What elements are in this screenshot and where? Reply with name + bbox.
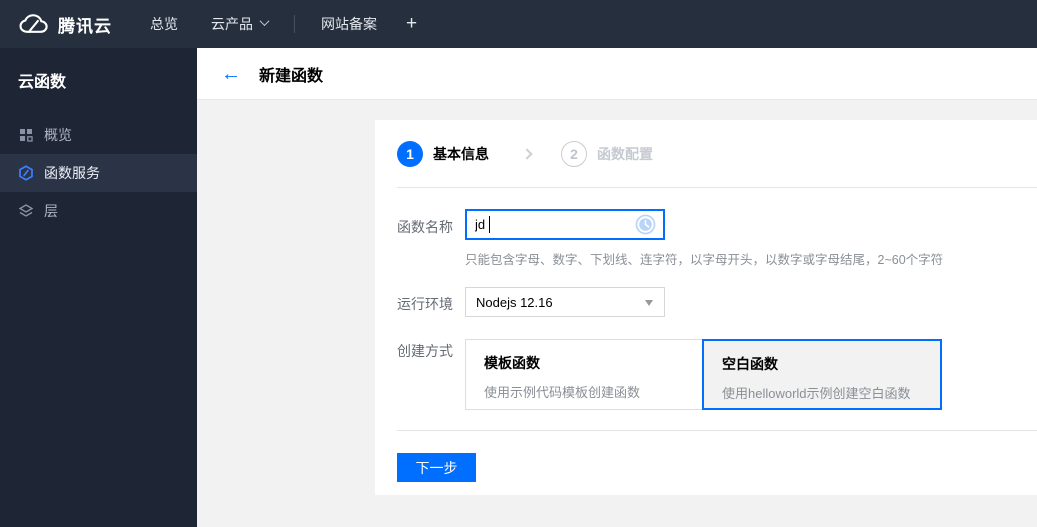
function-name-input-wrap <box>465 209 665 240</box>
page-header: ← 新建函数 <box>197 48 1037 100</box>
sidebar-item-function-service[interactable]: 函数服务 <box>0 154 197 192</box>
step-indicator: 1 基本信息 2 函数配置 <box>375 120 1037 187</box>
layers-icon <box>18 203 34 219</box>
method-card-template-function[interactable]: 模板函数 使用示例代码模板创建函数 <box>465 339 703 410</box>
chevron-right-icon <box>521 147 533 160</box>
method-cards: 模板函数 使用示例代码模板创建函数 空白函数 使用helloworld示例创建空… <box>465 339 942 410</box>
runtime-row: 运行环境 Nodejs 12.16 <box>397 287 1037 317</box>
runtime-select[interactable]: Nodejs 12.16 <box>465 287 665 317</box>
hexagon-function-icon <box>18 165 34 181</box>
sidebar-item-overview[interactable]: 概览 <box>0 116 197 154</box>
step-number-badge: 1 <box>397 140 423 167</box>
step-label: 基本信息 <box>433 145 489 162</box>
function-name-row: 函数名称 只能包含字母、数字、下划线、连字符，以字母开头，以数字或字母结尾，2~… <box>397 209 1037 268</box>
runtime-selected-value: Nodejs 12.16 <box>476 294 553 310</box>
creation-method-row: 创建方式 模板函数 使用示例代码模板创建函数 空白函数 使用helloworld… <box>397 339 1037 410</box>
grid-overview-icon <box>18 127 34 143</box>
sidebar-title: 云函数 <box>18 74 67 91</box>
sidebar-item-label: 概览 <box>44 127 72 143</box>
next-step-button[interactable]: 下一步 <box>397 453 476 482</box>
step-function-config: 2 函数配置 <box>561 140 653 167</box>
function-name-label: 函数名称 <box>397 219 453 235</box>
runtime-label: 运行环境 <box>397 296 453 312</box>
nav-item-products[interactable]: 云产品 <box>211 14 270 34</box>
method-description: 使用helloworld示例创建空白函数 <box>722 386 911 401</box>
add-tab-button[interactable]: + <box>406 13 417 35</box>
method-card-blank-function[interactable]: 空白函数 使用helloworld示例创建空白函数 <box>702 339 942 410</box>
back-button[interactable]: ← <box>221 64 241 84</box>
function-name-helper-text: 只能包含字母、数字、下划线、连字符，以字母开头，以数字或字母结尾，2~60个字符 <box>465 253 944 267</box>
nav-divider <box>294 15 295 33</box>
clock-pending-icon <box>635 214 656 235</box>
tencent-cloud-logo[interactable]: 腾讯云 <box>18 12 112 37</box>
nav-item-overview[interactable]: 总览 <box>150 14 178 34</box>
caret-down-icon <box>645 300 653 306</box>
nav-item-beian[interactable]: 网站备案 <box>321 14 377 34</box>
content-area: 1 基本信息 2 函数配置 函数名称 jd 只能包含字母、数字、下划线、连字符，… <box>197 101 1037 527</box>
chevron-down-icon <box>259 16 270 27</box>
method-title: 空白函数 <box>722 356 778 372</box>
step-basic-info: 1 基本信息 <box>397 140 489 167</box>
page-title: 新建函数 <box>259 67 324 85</box>
text-cursor <box>489 216 490 233</box>
method-title: 模板函数 <box>484 355 540 371</box>
basic-info-form: 函数名称 只能包含字母、数字、下划线、连字符，以字母开头，以数字或字母结尾，2~… <box>375 188 1037 410</box>
brand-text: 腾讯云 <box>58 16 112 36</box>
create-function-card: 1 基本信息 2 函数配置 函数名称 jd 只能包含字母、数字、下划线、连字符，… <box>375 120 1037 495</box>
sidebar-item-layers[interactable]: 层 <box>0 192 197 230</box>
cloud-logo-icon <box>19 14 48 33</box>
sidebar: 云函数 概览 函数服务 层 <box>0 48 197 527</box>
step-label: 函数配置 <box>597 145 653 162</box>
creation-method-label: 创建方式 <box>397 343 453 359</box>
sidebar-item-label: 层 <box>44 203 58 219</box>
method-description: 使用示例代码模板创建函数 <box>484 385 641 400</box>
separator <box>397 430 1037 431</box>
step-number-badge: 2 <box>561 140 587 167</box>
top-navigation-bar: 腾讯云 总览 云产品 网站备案 + <box>0 0 1037 48</box>
sidebar-item-label: 函数服务 <box>44 165 100 181</box>
